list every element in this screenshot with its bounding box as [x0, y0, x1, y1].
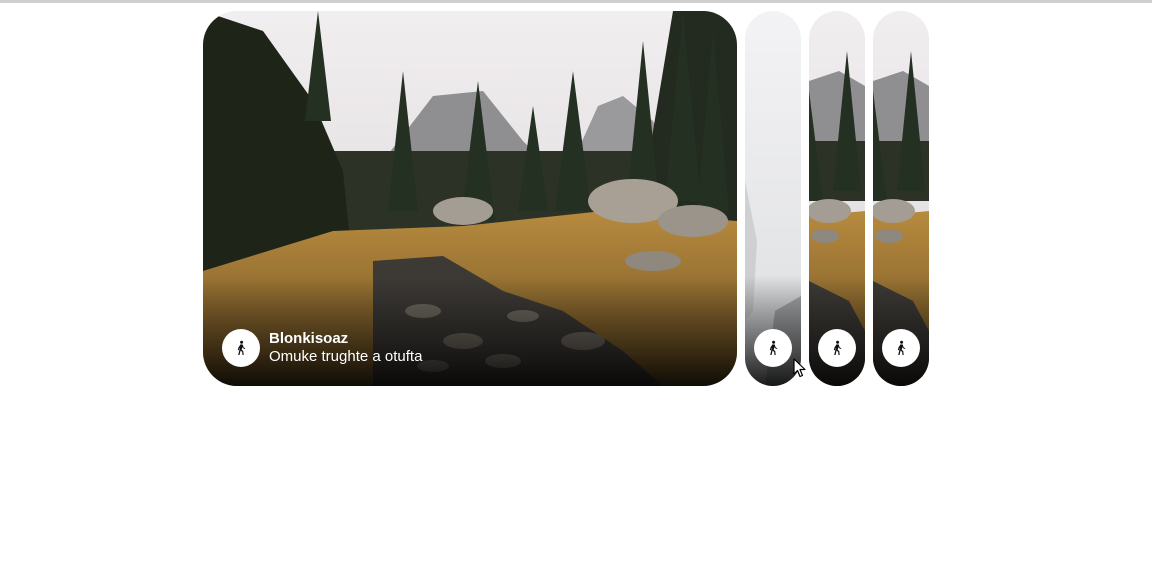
hiking-badge — [222, 329, 260, 367]
hiking-badge — [882, 329, 920, 367]
hiking-badge — [754, 329, 792, 367]
hiking-icon — [237, 340, 246, 355]
hiking-icon — [833, 340, 842, 355]
gallery-card-3[interactable] — [809, 11, 865, 386]
card-title: Blonkisoaz — [269, 330, 349, 347]
card-subtitle: Omuke trughte a otufta — [269, 348, 423, 365]
mouse-cursor-icon — [793, 358, 806, 378]
card-caption: Blonkisoaz Omuke trughte a otufta — [269, 330, 422, 366]
hiking-badge — [818, 329, 856, 367]
hiking-icon — [897, 340, 906, 355]
gallery-card-4[interactable] — [873, 11, 929, 386]
hiking-icon — [769, 340, 778, 355]
image-gallery: Blonkisoaz Omuke trughte a otufta — [203, 11, 929, 386]
gallery-card-active[interactable]: Blonkisoaz Omuke trughte a otufta — [203, 11, 737, 386]
gallery-card-2[interactable] — [745, 11, 801, 386]
top-divider — [0, 0, 1152, 3]
